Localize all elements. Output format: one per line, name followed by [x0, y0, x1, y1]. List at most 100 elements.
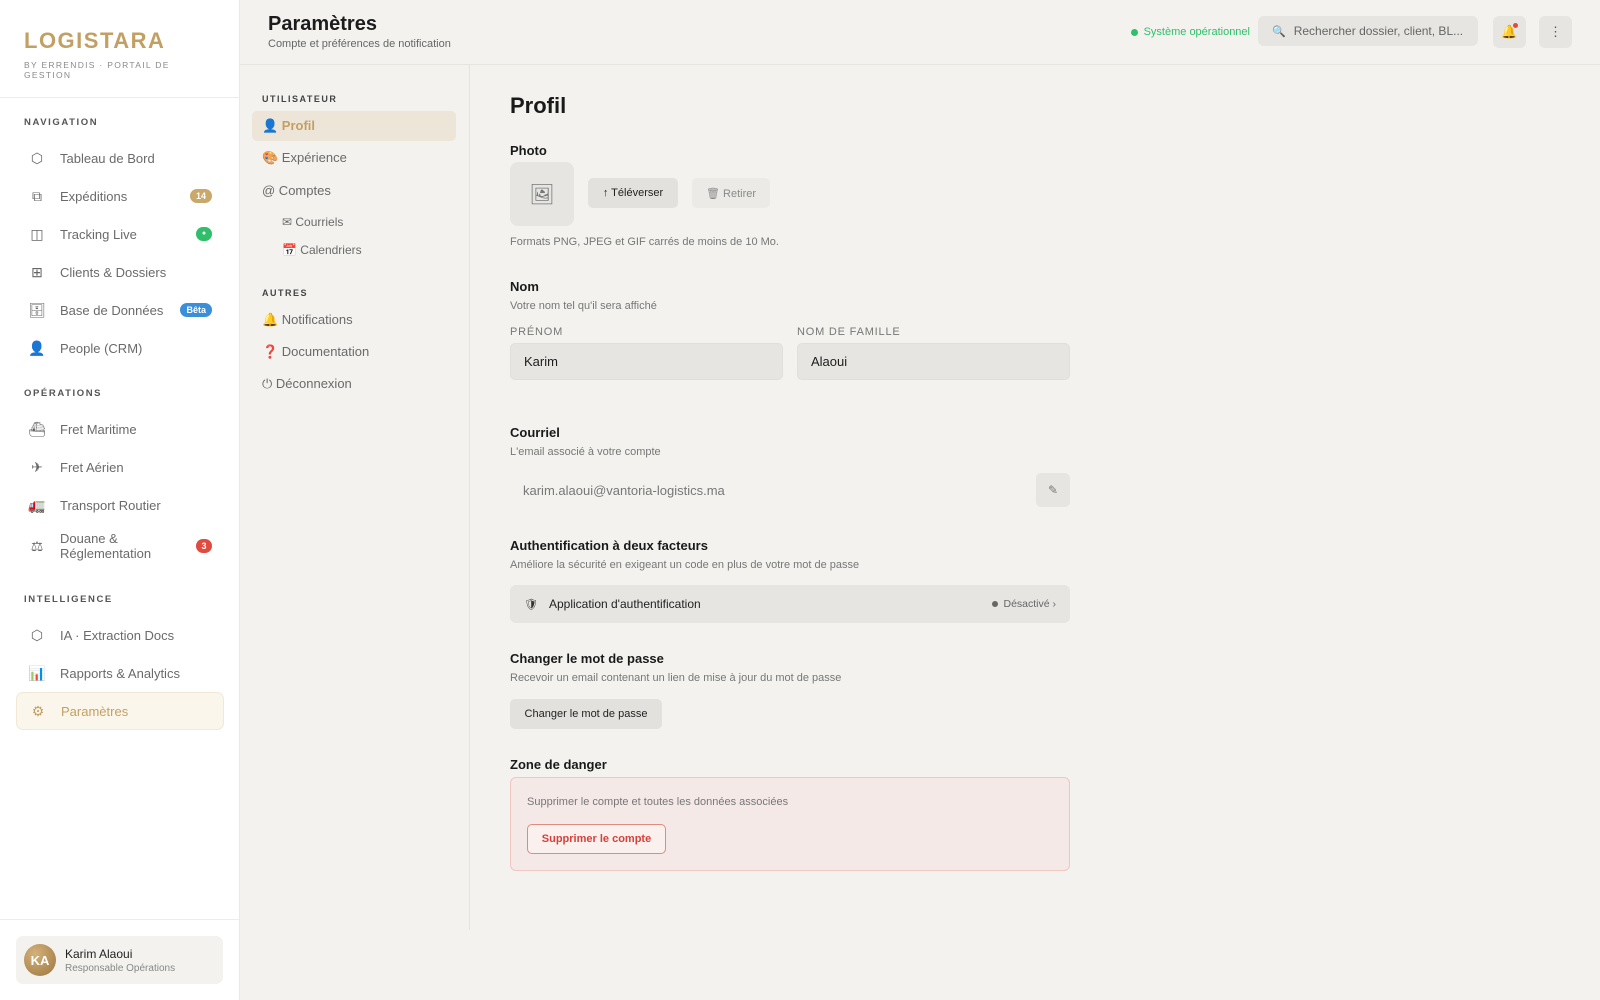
copy-icon: ⧉	[32, 187, 42, 204]
status-dot-icon	[992, 601, 999, 607]
notifications-button[interactable]: 🔔	[1493, 16, 1526, 48]
sidebar-item-label: Expéditions	[60, 188, 128, 204]
email-value: karim.alaoui@vantoria-logistics.ma	[523, 482, 725, 498]
status-label: Système opérationnel	[1143, 26, 1250, 38]
sidebar-item-shipments[interactable]: ⧉ Expéditions 14	[16, 177, 224, 215]
password-title: Changer le mot de passe	[510, 651, 664, 666]
sidebar-item-sea-freight[interactable]: ⛴ Fret Maritime	[16, 410, 224, 448]
sidebar-item-ai-extraction[interactable]: ⬡ IA · Extraction Docs	[16, 616, 224, 654]
brand-logo[interactable]: LOGISTARA	[24, 28, 215, 54]
twofa-status: Désactivé ›	[992, 598, 1056, 610]
header: Paramètres Compte et préférences de noti…	[240, 0, 1600, 65]
search-input[interactable]	[1293, 24, 1464, 38]
subnav-item-emails[interactable]: ✉ Courriels	[272, 210, 456, 234]
more-menu-button[interactable]: ⋮	[1539, 16, 1572, 48]
twofa-status-label: Désactivé ›	[1003, 598, 1056, 610]
divider	[0, 919, 239, 920]
user-card[interactable]: KA Karim Alaoui Responsable Opérations	[16, 936, 223, 984]
sidebar-item-database[interactable]: 🗄 Base de Données Bêta	[16, 291, 224, 329]
nav-section-title: NAVIGATION	[24, 117, 99, 128]
database-icon: 🗄	[28, 301, 46, 318]
sidebar-item-label: IA · Extraction Docs	[60, 627, 175, 643]
change-password-button[interactable]: Changer le mot de passe	[510, 699, 662, 729]
count-badge: 3	[196, 539, 212, 553]
brand: LOGISTARA BY ERRENDIS · PORTAIL DE GESTI…	[0, 0, 239, 98]
settings-subnav: UTILISATEUR 👤 Profil 🎨 Expérience @ Comp…	[240, 65, 470, 930]
photo-placeholder[interactable]: 🖼	[510, 162, 574, 226]
sidebar-item-label: Base de Données	[60, 302, 164, 318]
count-badge: 14	[189, 189, 212, 203]
danger-title: Zone de danger	[510, 757, 607, 772]
person-icon: 👤	[28, 339, 46, 356]
subnav-item-accounts[interactable]: @ Comptes	[252, 175, 456, 205]
brand-subtitle: BY ERRENDIS · PORTAIL DE GESTION	[24, 60, 170, 80]
sidebar-item-label: Tracking Live	[60, 226, 137, 242]
scale-icon: ⚖	[30, 537, 44, 554]
photo-title: Photo	[510, 143, 547, 158]
bar-chart-icon: 📊	[28, 664, 46, 681]
gear-icon: ⚙	[31, 702, 45, 719]
sidebar-item-label: Rapports & Analytics	[60, 665, 180, 681]
subnav-item-logout[interactable]: ⏻ Déconnexion	[252, 369, 456, 399]
subnav-item-calendars[interactable]: 📅 Calendriers	[272, 238, 456, 262]
password-desc: Recevoir un email contenant un lien de m…	[510, 672, 842, 684]
search-box[interactable]: 🔍	[1258, 16, 1478, 46]
subnav-item-profile[interactable]: 👤 Profil	[252, 111, 456, 141]
sidebar-item-tracking[interactable]: ◫ Tracking Live ●	[16, 215, 224, 253]
upload-button[interactable]: ↑ Téléverser	[588, 178, 678, 208]
authenticator-app-row[interactable]: 🛡 Application d'authentification Désacti…	[510, 585, 1070, 623]
sidebar-item-air-freight[interactable]: ✈ Fret Aérien	[16, 448, 224, 486]
sidebar-item-settings[interactable]: ⚙ Paramètres	[16, 692, 224, 730]
last-name-label: NOM DE FAMILLE	[797, 326, 901, 338]
last-name-field[interactable]: Alaoui	[797, 343, 1070, 380]
hexagon-icon: ⬡	[30, 149, 44, 166]
shield-icon: 🛡	[524, 598, 538, 611]
nav-section-navigation: NAVIGATION ⬡ Tableau de Bord ⧉ Expéditio…	[0, 117, 240, 367]
user-name: Karim Alaoui	[65, 946, 133, 961]
delete-account-button[interactable]: Supprimer le compte	[527, 824, 666, 854]
sidebar-item-label: Fret Maritime	[60, 421, 137, 437]
photo-hint: Formats PNG, JPEG et GIF carrés de moins…	[510, 236, 779, 248]
authenticator-label: Application d'authentification	[548, 597, 701, 611]
sidebar-item-label: Clients & Dossiers	[60, 264, 167, 280]
name-title: Nom	[510, 279, 539, 294]
email-desc: L'email associé à votre compte	[510, 446, 661, 458]
hexagon-ai-icon: ⬡	[30, 626, 44, 643]
sidebar-item-people[interactable]: 👤 People (CRM)	[16, 329, 224, 367]
subnav-section-other: AUTRES	[262, 288, 309, 298]
danger-zone: Supprimer le compte et toutes les donnée…	[510, 777, 1070, 871]
email-row: karim.alaoui@vantoria-logistics.ma ✎	[510, 473, 1070, 507]
sidebar-item-label: Transport Routier	[60, 497, 161, 513]
sidebar-item-road-transport[interactable]: 🚛 Transport Routier	[16, 486, 224, 524]
sidebar-item-dashboard[interactable]: ⬡ Tableau de Bord	[16, 139, 224, 177]
truck-icon: 🚛	[28, 496, 46, 513]
danger-desc: Supprimer le compte et toutes les donnée…	[527, 796, 789, 808]
more-vertical-icon: ⋮	[1549, 24, 1562, 39]
first-name-label: PRÉNOM	[510, 326, 564, 338]
sidebar-item-reports[interactable]: 📊 Rapports & Analytics	[16, 654, 224, 692]
sidebar-item-label: Paramètres	[61, 703, 129, 719]
subnav-item-documentation[interactable]: ❓ Documentation	[252, 337, 456, 367]
subnav-item-experience[interactable]: 🎨 Expérience	[252, 143, 456, 173]
live-badge: ●	[196, 227, 212, 241]
subnav-section-user: UTILISATEUR	[262, 94, 338, 104]
sidebar-item-customs[interactable]: ⚖ Douane & Réglementation 3	[16, 524, 224, 568]
sidebar-item-label: Tableau de Bord	[60, 150, 155, 166]
nav-section-intelligence: INTELLIGENCE ⬡ IA · Extraction Docs 📊 Ra…	[0, 594, 240, 730]
pencil-icon: ✎	[1047, 483, 1059, 497]
plane-icon: ✈	[31, 458, 43, 475]
map-icon: ◫	[30, 225, 44, 242]
twofa-title: Authentification à deux facteurs	[510, 538, 708, 553]
nav-section-title: OPÉRATIONS	[24, 388, 103, 399]
remove-photo-button[interactable]: 🗑 Retirer	[692, 178, 770, 208]
sidebar-item-clients[interactable]: ⊞ Clients & Dossiers	[16, 253, 224, 291]
subnav-item-notifications[interactable]: 🔔 Notifications	[252, 305, 456, 335]
twofa-desc: Améliore la sécurité en exigeant un code…	[510, 559, 860, 571]
first-name-field[interactable]: Karim	[510, 343, 783, 380]
nav-section-title: INTELLIGENCE	[24, 594, 113, 605]
sidebar-item-label: Fret Aérien	[60, 459, 124, 475]
email-title: Courriel	[510, 425, 560, 440]
image-icon: 🖼	[529, 183, 555, 206]
name-desc: Votre nom tel qu'il sera affiché	[510, 300, 657, 312]
edit-email-button[interactable]: ✎	[1036, 473, 1070, 507]
